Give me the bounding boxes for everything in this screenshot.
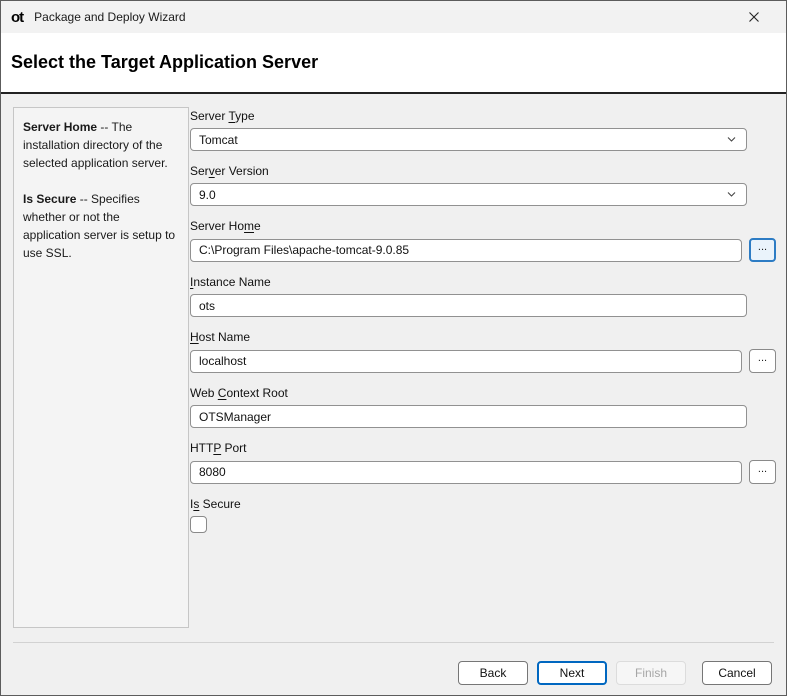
next-button[interactable]: Next <box>537 661 607 685</box>
titlebar: ot Package and Deploy Wizard <box>1 1 786 33</box>
help-text-server-home: Server Home -- The installation director… <box>23 120 168 170</box>
is-secure-label: Is Secure <box>190 497 241 511</box>
http-port-browse-button[interactable]: ... <box>749 460 776 484</box>
is-secure-checkbox[interactable] <box>190 516 207 533</box>
host-name-browse-button[interactable]: ... <box>749 349 776 373</box>
web-context-root-input[interactable] <box>190 405 747 428</box>
chevron-down-icon <box>727 192 736 197</box>
server-type-select[interactable]: Tomcat <box>190 128 747 151</box>
instance-name-input[interactable] <box>190 294 747 317</box>
field-server-type: Server Type Tomcat <box>190 109 776 151</box>
server-home-label: Server Home <box>190 219 261 233</box>
field-instance-name: Instance Name <box>190 275 776 317</box>
page-title: Select the Target Application Server <box>11 52 319 72</box>
server-home-browse-button[interactable]: ... <box>749 238 776 262</box>
help-text-is-secure: Is Secure -- Specifies whether or not th… <box>23 192 176 260</box>
host-name-input[interactable] <box>190 349 742 373</box>
http-port-input[interactable] <box>190 460 742 484</box>
field-host-name: Host Name ... <box>190 330 776 373</box>
back-button[interactable]: Back <box>458 661 528 685</box>
help-panel: Server Home -- The installation director… <box>13 107 189 628</box>
chevron-down-icon <box>727 137 736 142</box>
field-server-version: Server Version 9.0 <box>190 164 776 206</box>
host-name-label: Host Name <box>190 330 251 344</box>
cancel-button[interactable]: Cancel <box>702 661 772 685</box>
finish-button: Finish <box>616 661 686 685</box>
http-port-label: HTTP Port <box>190 441 247 455</box>
server-form: Server Type Tomcat Server Version 9.0 Se… <box>190 94 776 546</box>
web-context-root-label: Web Context Root <box>190 386 288 400</box>
instance-name-label: Instance Name <box>190 275 271 289</box>
window-title: Package and Deploy Wizard <box>34 10 186 24</box>
close-icon <box>749 12 759 22</box>
server-version-value: 9.0 <box>199 187 216 202</box>
server-type-value: Tomcat <box>199 132 238 147</box>
wizard-window: ot Package and Deploy Wizard Select the … <box>0 0 787 696</box>
opentext-app-icon: ot <box>11 8 24 26</box>
close-button[interactable] <box>738 1 770 33</box>
server-type-label: Server Type <box>190 109 255 123</box>
footer-separator <box>13 642 774 643</box>
field-http-port: HTTP Port ... <box>190 441 776 484</box>
server-home-input[interactable] <box>190 238 742 262</box>
field-server-home: Server Home ... <box>190 219 776 262</box>
server-version-label: Server Version <box>190 164 269 178</box>
field-web-context-root: Web Context Root <box>190 386 776 428</box>
server-version-select[interactable]: 9.0 <box>190 183 747 206</box>
footer-buttons: Back Next Finish Cancel <box>449 661 772 685</box>
field-is-secure: Is Secure <box>190 497 776 533</box>
content-area: Server Home -- The installation director… <box>1 94 786 695</box>
page-header: Select the Target Application Server <box>1 33 786 92</box>
